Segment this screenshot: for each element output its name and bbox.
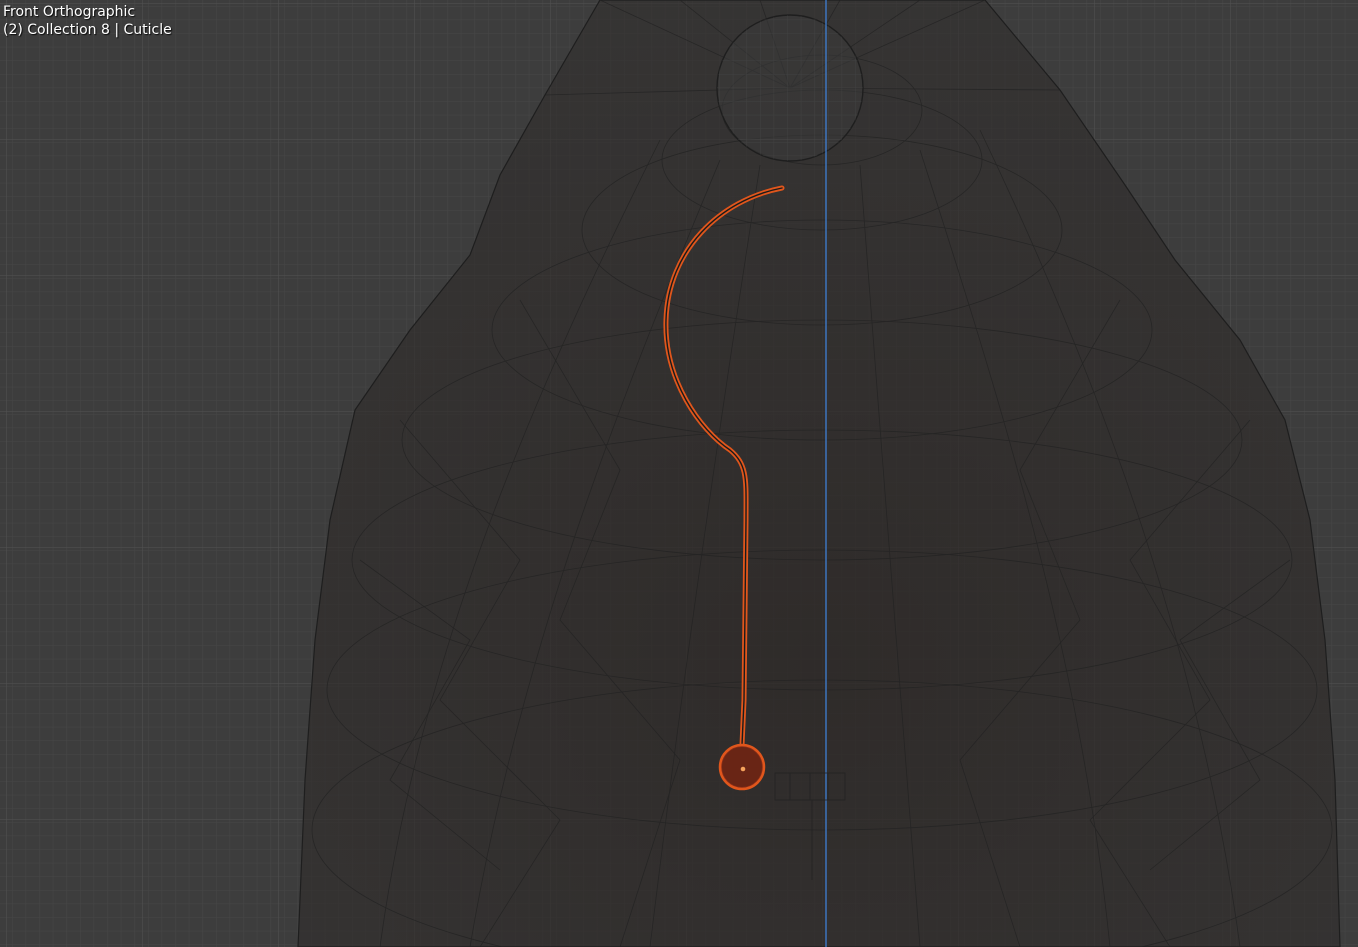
3d-viewport[interactable]: Front Orthographic (2) Collection 8 | Cu… <box>0 0 1358 947</box>
mesh-top-opening <box>716 14 864 162</box>
object-origin-dot <box>740 766 746 772</box>
viewport-canvas[interactable] <box>0 0 1358 947</box>
